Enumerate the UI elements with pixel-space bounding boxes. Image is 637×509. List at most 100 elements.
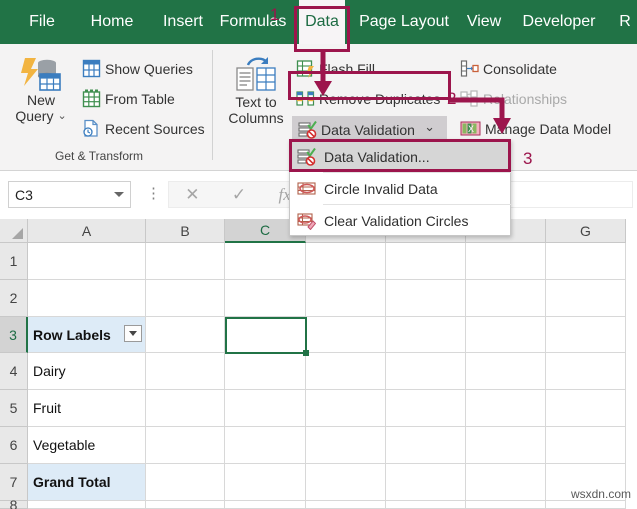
select-all-corner[interactable] xyxy=(0,219,28,243)
formula-bar-handle[interactable]: ⋮ xyxy=(146,186,161,201)
cell-a1[interactable] xyxy=(28,243,146,280)
cell-d7[interactable] xyxy=(306,464,386,501)
name-box[interactable]: C3 xyxy=(8,181,131,208)
new-query-button[interactable]: New Query ⌄ xyxy=(10,56,72,124)
from-table-button[interactable]: From Table xyxy=(82,89,175,108)
cell-g6[interactable] xyxy=(546,427,626,464)
cell-c6[interactable] xyxy=(225,427,306,464)
tab-home[interactable]: Home xyxy=(80,0,144,44)
cell-a5[interactable]: Fruit xyxy=(28,390,146,427)
row-header-3[interactable]: 3 xyxy=(0,317,28,353)
cell-e1[interactable] xyxy=(386,243,466,280)
cell-c1[interactable] xyxy=(225,243,306,280)
chevron-down-icon[interactable]: ⌄ xyxy=(424,119,435,135)
cell-f3[interactable] xyxy=(466,317,546,353)
cell-g3[interactable] xyxy=(546,317,626,353)
row-header-7[interactable]: 7 xyxy=(0,464,28,501)
column-header-b[interactable]: B xyxy=(146,219,225,243)
cell-a4[interactable]: Dairy xyxy=(28,353,146,390)
consolidate-icon xyxy=(460,59,479,78)
recent-sources-button[interactable]: Recent Sources xyxy=(82,119,205,138)
cell-d4[interactable] xyxy=(306,353,386,390)
cell-a8[interactable] xyxy=(28,501,146,509)
cell-g4[interactable] xyxy=(546,353,626,390)
cell-c4[interactable] xyxy=(225,353,306,390)
cell-c2[interactable] xyxy=(225,280,306,317)
tab-review-label: R xyxy=(619,13,631,30)
tab-page-layout[interactable]: Page Layout xyxy=(355,0,453,44)
row-header-2[interactable]: 2 xyxy=(0,280,28,317)
cell-b5[interactable] xyxy=(146,390,225,427)
cell-b7[interactable] xyxy=(146,464,225,501)
column-header-a[interactable]: A xyxy=(28,219,146,243)
cell-e4[interactable] xyxy=(386,353,466,390)
row-header-8[interactable]: 8 xyxy=(0,497,28,509)
cell-b1[interactable] xyxy=(146,243,225,280)
cell-e5[interactable] xyxy=(386,390,466,427)
cell-f8[interactable] xyxy=(466,501,546,509)
cell-e6[interactable] xyxy=(386,427,466,464)
cell-f5[interactable] xyxy=(466,390,546,427)
cell-f6[interactable] xyxy=(466,427,546,464)
cell-e7[interactable] xyxy=(386,464,466,501)
row-header-6[interactable]: 6 xyxy=(0,427,28,464)
cell-d8[interactable] xyxy=(306,501,386,509)
fill-handle[interactable] xyxy=(303,350,309,356)
cell-d6[interactable] xyxy=(306,427,386,464)
cell-f2[interactable] xyxy=(466,280,546,317)
cell-d5[interactable] xyxy=(306,390,386,427)
cell-a7[interactable]: Grand Total xyxy=(28,464,146,501)
cell-g2[interactable] xyxy=(546,280,626,317)
enter-check-icon[interactable]: ✓ xyxy=(232,185,246,205)
cell-b3[interactable] xyxy=(146,317,225,353)
tab-home-label: Home xyxy=(90,13,134,30)
name-box-value: C3 xyxy=(15,186,33,203)
cell-d1[interactable] xyxy=(306,243,386,280)
cell-c8[interactable] xyxy=(225,501,306,509)
cell-d2[interactable] xyxy=(306,280,386,317)
tab-file[interactable]: File xyxy=(14,0,70,44)
cancel-x-icon[interactable]: ✕ xyxy=(185,185,199,205)
text-to-columns-button[interactable]: Text to Columns xyxy=(222,56,290,126)
menu-item-clear-validation-circles[interactable]: Clear Validation Circles xyxy=(291,205,511,236)
consolidate-button[interactable]: Consolidate xyxy=(460,59,557,78)
cell-g8[interactable] xyxy=(546,501,626,509)
cell-b2[interactable] xyxy=(146,280,225,317)
cell-b4[interactable] xyxy=(146,353,225,390)
tab-view[interactable]: View xyxy=(461,0,507,44)
show-queries-button[interactable]: Show Queries xyxy=(82,59,193,78)
cell-a6[interactable]: Vegetable xyxy=(28,427,146,464)
pivot-filter-dropdown-button[interactable] xyxy=(124,325,142,342)
data-validation-label: Data Validation xyxy=(321,121,415,138)
chevron-down-icon[interactable] xyxy=(114,192,124,197)
new-query-label-line1: New xyxy=(26,92,55,108)
chevron-down-icon[interactable]: ⌄ xyxy=(57,110,66,123)
tab-developer[interactable]: Developer xyxy=(515,0,603,44)
cell-e3[interactable] xyxy=(386,317,466,353)
tab-page-layout-label: Page Layout xyxy=(359,13,449,30)
row-header-1[interactable]: 1 xyxy=(0,243,28,280)
cell-c7[interactable] xyxy=(225,464,306,501)
column-header-g[interactable]: G xyxy=(546,219,626,243)
annotation-box-data-tab xyxy=(294,6,350,52)
ribbon-group-divider xyxy=(212,50,213,160)
cell-b8[interactable] xyxy=(146,501,225,509)
cell-d3[interactable] xyxy=(306,317,386,353)
selected-cell-c3[interactable] xyxy=(225,317,307,354)
cell-e8[interactable] xyxy=(386,501,466,509)
row-header-4[interactable]: 4 xyxy=(0,353,28,390)
cell-c5[interactable] xyxy=(225,390,306,427)
tab-insert[interactable]: Insert xyxy=(152,0,214,44)
tab-review[interactable]: R xyxy=(614,0,636,44)
cell-g5[interactable] xyxy=(546,390,626,427)
cell-f4[interactable] xyxy=(466,353,546,390)
cell-b6[interactable] xyxy=(146,427,225,464)
menu-item-clear-validation-circles-label: Clear Validation Circles xyxy=(324,212,469,229)
cell-f7[interactable] xyxy=(466,464,546,501)
cell-f1[interactable] xyxy=(466,243,546,280)
cell-e2[interactable] xyxy=(386,280,466,317)
menu-item-circle-invalid-data[interactable]: Circle Invalid Data xyxy=(291,173,511,204)
cell-g1[interactable] xyxy=(546,243,626,280)
cell-a2[interactable] xyxy=(28,280,146,317)
row-header-5[interactable]: 5 xyxy=(0,390,28,427)
